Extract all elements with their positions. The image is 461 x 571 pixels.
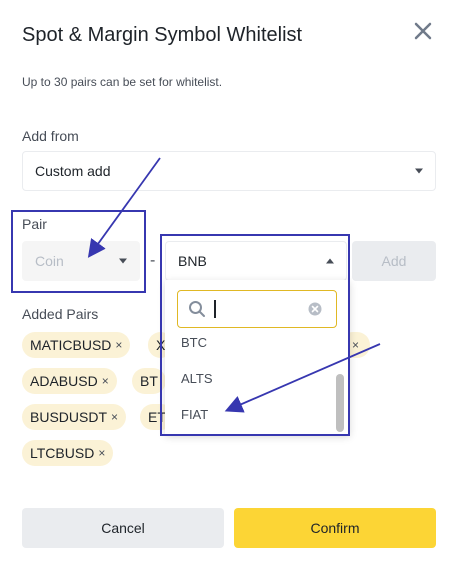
chip-label: BUSDUSDT: [30, 409, 108, 425]
quote-dropdown: BTC ALTS FIAT: [165, 280, 350, 435]
add-button[interactable]: Add: [352, 241, 436, 281]
confirm-button[interactable]: Confirm: [234, 508, 436, 548]
remove-chip-icon[interactable]: ×: [98, 446, 105, 460]
cancel-button[interactable]: Cancel: [22, 508, 224, 548]
chevron-down-icon: [119, 258, 127, 264]
chip-label: ADABUSD: [30, 373, 98, 389]
dialog-title: Spot & Margin Symbol Whitelist: [22, 24, 303, 46]
pair-chip: LTCBUSD ×: [22, 440, 114, 466]
coin-placeholder: Coin: [35, 253, 64, 269]
dropdown-search-input[interactable]: [177, 290, 337, 328]
search-icon: [188, 300, 206, 323]
chip-label: BT: [140, 373, 158, 389]
dialog-subtitle: Up to 30 pairs can be set for whitelist.: [22, 75, 223, 89]
chip-label: X: [156, 337, 166, 353]
remove-chip-icon[interactable]: ×: [102, 374, 109, 388]
add-from-value: Custom add: [35, 163, 111, 179]
chip-label: LTCBUSD: [30, 445, 95, 461]
remove-chip-icon[interactable]: ×: [352, 338, 359, 352]
coin-select[interactable]: Coin: [22, 241, 140, 281]
chevron-down-icon: [415, 168, 423, 174]
dropdown-option-alts[interactable]: ALTS: [181, 371, 213, 386]
added-pairs-label: Added Pairs: [22, 306, 99, 322]
quote-select[interactable]: BNB: [165, 241, 347, 281]
quote-value: BNB: [178, 253, 207, 269]
pair-separator: -: [150, 252, 156, 269]
pair-chip: BUSDUSDT ×: [22, 404, 127, 430]
dropdown-option-fiat[interactable]: FIAT: [181, 407, 208, 422]
pair-chip: ADABUSD ×: [22, 368, 117, 394]
dropdown-option-btc[interactable]: BTC: [181, 335, 207, 350]
close-icon[interactable]: [410, 18, 436, 44]
remove-chip-icon[interactable]: ×: [115, 338, 122, 352]
chevron-up-icon: [326, 258, 334, 264]
remove-chip-icon[interactable]: ×: [111, 410, 118, 424]
pair-label: Pair: [22, 216, 47, 232]
chip-label: MATICBUSD: [30, 337, 112, 353]
text-cursor: [214, 300, 216, 318]
dropdown-scrollbar[interactable]: [336, 374, 344, 432]
clear-icon[interactable]: [308, 302, 322, 321]
add-from-select[interactable]: Custom add: [22, 151, 436, 191]
pair-chip: MATICBUSD ×: [22, 332, 131, 358]
add-from-label: Add from: [22, 128, 79, 144]
chip-label: ET: [148, 409, 166, 425]
pair-chip: BT: [132, 368, 166, 394]
